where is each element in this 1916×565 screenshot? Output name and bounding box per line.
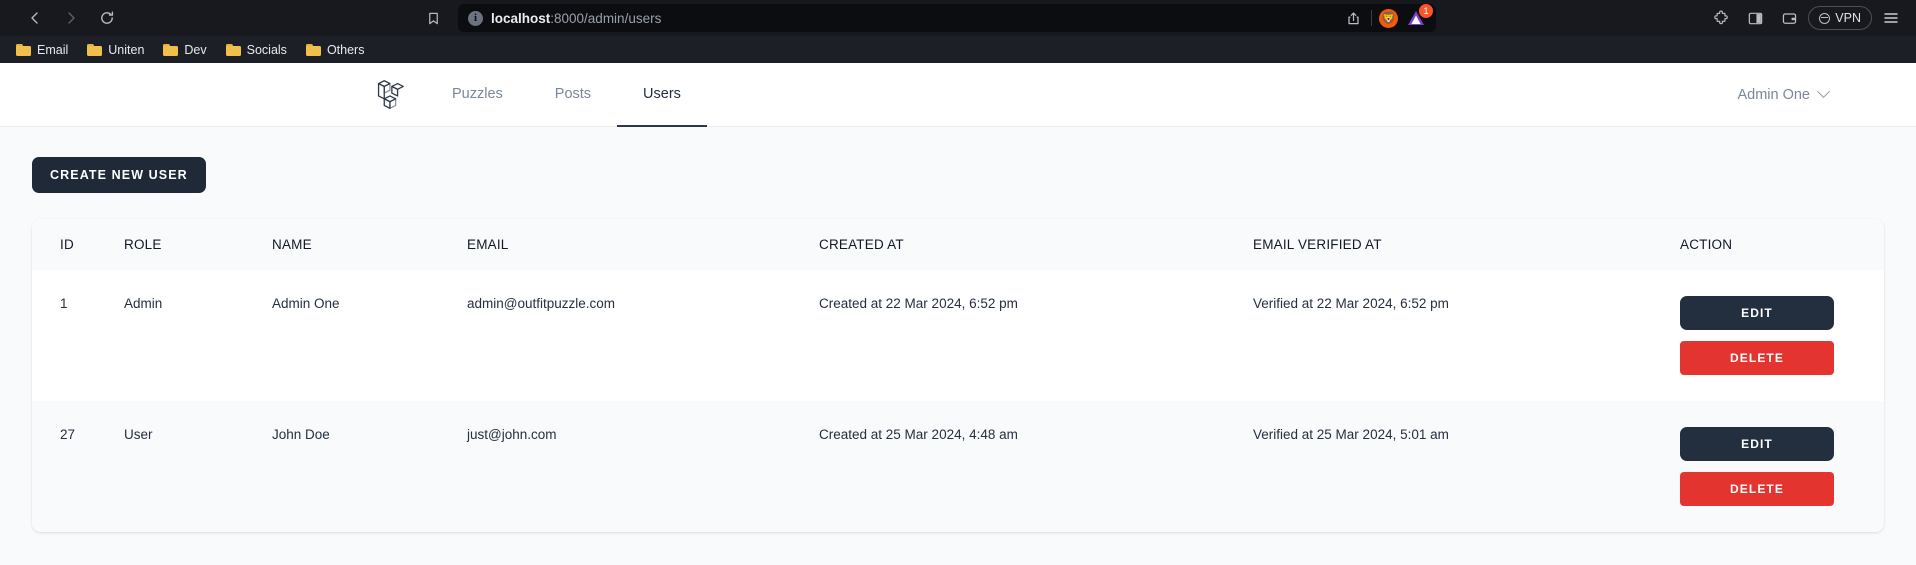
cell-email: admin@outfitpuzzle.com bbox=[467, 296, 616, 311]
table-body: 1 Admin Admin One admin@outfitpuzzle.com… bbox=[32, 270, 1884, 532]
hamburger-menu-icon[interactable] bbox=[1876, 3, 1906, 33]
users-table-card: ID ROLE NAME EMAIL CREATED AT EMAIL VERI… bbox=[32, 219, 1884, 532]
cell-email-verified-at: Verified at 22 Mar 2024, 6:52 pm bbox=[1253, 296, 1449, 311]
url-host: localhost bbox=[491, 10, 551, 26]
folder-icon bbox=[225, 43, 241, 56]
column-header-id: ID bbox=[60, 237, 74, 252]
app-navbar: Puzzles Posts Users Admin One bbox=[0, 63, 1916, 127]
address-bar-actions: 🦁 1 bbox=[1342, 4, 1433, 29]
nav-link-puzzles[interactable]: Puzzles bbox=[426, 63, 529, 127]
bookmark-label: Others bbox=[326, 42, 365, 57]
table-row: 1 Admin Admin One admin@outfitpuzzle.com… bbox=[32, 270, 1884, 401]
row-actions: EDIT DELETE bbox=[1680, 296, 1884, 375]
navbar-right: Admin One bbox=[1737, 63, 1882, 126]
navbar-left: Puzzles Posts Users bbox=[34, 63, 1737, 127]
puzzle-piece-icon[interactable] bbox=[1706, 3, 1736, 33]
share-icon[interactable] bbox=[1342, 7, 1364, 29]
bookmark-label: Dev bbox=[184, 42, 207, 57]
bookmark-folder-email[interactable]: Email bbox=[8, 40, 76, 60]
vpn-status-icon bbox=[1819, 12, 1831, 24]
folder-icon bbox=[163, 43, 179, 56]
url-path: :8000/admin/users bbox=[550, 10, 662, 26]
folder-icon bbox=[87, 43, 103, 56]
nav-link-posts[interactable]: Posts bbox=[529, 63, 617, 127]
users-table: ID ROLE NAME EMAIL CREATED AT EMAIL VERI… bbox=[32, 219, 1884, 532]
bookmark-label: Socials bbox=[246, 42, 287, 57]
cell-role: Admin bbox=[124, 296, 163, 311]
cell-id: 27 bbox=[60, 427, 76, 442]
nav-label: Posts bbox=[554, 86, 592, 102]
bookmark-folder-socials[interactable]: Socials bbox=[218, 40, 295, 60]
divider bbox=[1371, 10, 1372, 26]
forward-arrow-icon[interactable] bbox=[56, 3, 86, 33]
sidebar-toggle-icon[interactable] bbox=[1740, 3, 1770, 33]
vpn-label: VPN bbox=[1835, 11, 1861, 25]
cell-email-verified-at: Verified at 25 Mar 2024, 5:01 am bbox=[1253, 427, 1449, 442]
toolbar-right-actions: VPN bbox=[1706, 0, 1906, 36]
user-menu-label: Admin One bbox=[1737, 86, 1810, 103]
table-row: 27 User John Doe just@john.com Created a… bbox=[32, 401, 1884, 532]
browser-chrome: i localhost:8000/admin/users 🦁 1 VPN Ema… bbox=[0, 0, 1916, 63]
column-header-role: ROLE bbox=[124, 237, 162, 252]
back-arrow-icon[interactable] bbox=[20, 3, 50, 33]
row-actions: EDIT DELETE bbox=[1680, 427, 1884, 506]
address-bar[interactable]: i localhost:8000/admin/users 🦁 1 bbox=[458, 4, 1436, 32]
app-viewport: Puzzles Posts Users Admin One CREATE NEW… bbox=[0, 63, 1916, 565]
bookmark-folder-uniten[interactable]: Uniten bbox=[79, 40, 152, 60]
delete-button[interactable]: DELETE bbox=[1680, 341, 1834, 375]
bookmark-icon[interactable] bbox=[418, 3, 448, 33]
cell-name: John Doe bbox=[272, 427, 330, 442]
create-new-user-button[interactable]: CREATE NEW USER bbox=[32, 157, 206, 193]
column-header-name: NAME bbox=[272, 237, 312, 252]
folder-icon bbox=[305, 43, 321, 56]
chevron-down-icon bbox=[1817, 85, 1830, 99]
table-header: ID ROLE NAME EMAIL CREATED AT EMAIL VERI… bbox=[32, 219, 1884, 270]
bookmark-label: Uniten bbox=[108, 42, 145, 57]
bookmark-label: Email bbox=[37, 42, 69, 57]
cell-created-at: Created at 22 Mar 2024, 6:52 pm bbox=[819, 296, 1018, 311]
browser-toolbar: i localhost:8000/admin/users 🦁 1 VPN bbox=[0, 0, 1916, 36]
wallet-icon[interactable] bbox=[1774, 3, 1804, 33]
nav-label: Users bbox=[643, 86, 681, 102]
column-header-email-verified-at: EMAIL VERIFIED AT bbox=[1253, 237, 1382, 252]
brave-shield-icon[interactable]: 🦁 bbox=[1379, 8, 1398, 28]
page-content: CREATE NEW USER ID ROLE NAME EMAIL CREAT… bbox=[0, 127, 1916, 532]
reload-icon[interactable] bbox=[92, 3, 122, 33]
cell-action: EDIT DELETE bbox=[1680, 401, 1884, 532]
delete-button[interactable]: DELETE bbox=[1680, 472, 1834, 506]
site-info-icon[interactable]: i bbox=[468, 10, 483, 26]
column-header-email: EMAIL bbox=[467, 237, 509, 252]
cell-created-at: Created at 25 Mar 2024, 4:48 am bbox=[819, 427, 1018, 442]
edit-button[interactable]: EDIT bbox=[1680, 296, 1834, 330]
rewards-badge: 1 bbox=[1419, 4, 1433, 18]
column-header-action: ACTION bbox=[1680, 237, 1733, 252]
user-menu-dropdown[interactable]: Admin One bbox=[1737, 85, 1830, 103]
navigation-buttons bbox=[20, 3, 122, 33]
cell-email: just@john.com bbox=[467, 427, 557, 442]
cell-name: Admin One bbox=[272, 296, 340, 311]
address-bar-container: i localhost:8000/admin/users 🦁 1 bbox=[418, 4, 1436, 32]
cell-action: EDIT DELETE bbox=[1680, 270, 1884, 401]
nav-link-users[interactable]: Users bbox=[617, 63, 707, 127]
column-header-created-at: CREATED AT bbox=[819, 237, 904, 252]
brave-rewards-icon[interactable]: 1 bbox=[1405, 4, 1433, 28]
nav-label: Puzzles bbox=[452, 86, 503, 102]
vpn-button[interactable]: VPN bbox=[1808, 6, 1872, 30]
edit-button[interactable]: EDIT bbox=[1680, 427, 1834, 461]
table-header-row: ID ROLE NAME EMAIL CREATED AT EMAIL VERI… bbox=[32, 219, 1884, 270]
laravel-logo-icon[interactable] bbox=[34, 63, 426, 126]
folder-icon bbox=[16, 43, 31, 56]
bookmark-folder-dev[interactable]: Dev bbox=[155, 40, 214, 60]
cell-id: 1 bbox=[60, 296, 68, 311]
primary-nav: Puzzles Posts Users bbox=[426, 63, 707, 127]
bookmark-folder-others[interactable]: Others bbox=[298, 40, 373, 60]
url-text: localhost:8000/admin/users bbox=[491, 11, 661, 26]
bookmarks-bar: Email Uniten Dev Socials Others bbox=[0, 36, 1916, 63]
cell-role: User bbox=[124, 427, 153, 442]
